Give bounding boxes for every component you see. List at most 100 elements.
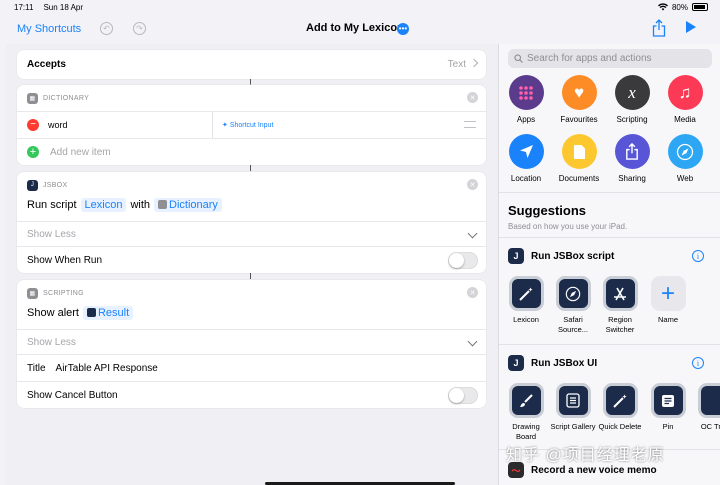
category-favourites[interactable]: ♥ Favourites <box>554 75 604 124</box>
category-label: Documents <box>558 174 600 183</box>
suggestion-name[interactable]: + Name <box>644 276 692 325</box>
jsbox-icon: J <box>27 179 38 191</box>
dictionary-icon <box>158 200 168 209</box>
scripting-header-label: SCRIPTING <box>43 289 84 297</box>
scripting-icon: ▦ <box>27 287 38 299</box>
show-cancel-toggle[interactable] <box>448 387 478 404</box>
jsbox-action-card[interactable]: J JSBOX ✕ Run script Lexicon with Dictio… <box>17 172 486 273</box>
location-arrow-icon <box>508 134 544 169</box>
suggestion-quick-delete[interactable]: Quick Delete <box>596 383 644 432</box>
tile-label: Pin <box>662 422 674 431</box>
undo-icon[interactable]: ↶ <box>100 22 113 35</box>
category-sharing[interactable]: Sharing <box>607 134 657 183</box>
compass-icon <box>667 134 703 169</box>
accepts-row[interactable]: Accepts Text <box>17 50 486 79</box>
section-divider <box>499 237 720 238</box>
redo-icon[interactable]: ↷ <box>133 22 146 35</box>
category-documents[interactable]: Documents <box>554 134 604 183</box>
delete-item-icon[interactable]: − <box>27 119 39 131</box>
dictionary-item-key[interactable]: word <box>48 120 68 130</box>
battery-percent: 80% <box>671 2 688 12</box>
script-name-token[interactable]: Lexicon <box>80 198 127 212</box>
show-cancel-row: Show Cancel Button <box>17 381 486 408</box>
category-scripting[interactable]: x Scripting <box>607 75 657 124</box>
suggestion-region-switcher[interactable]: Region Switcher <box>596 276 644 335</box>
more-options-icon[interactable]: ••• <box>397 23 409 35</box>
jsbox-icon: J <box>508 248 524 264</box>
chevron-down-icon <box>467 336 478 347</box>
suggestion-safari-source[interactable]: Safari Source... <box>549 276 597 335</box>
result-variable-token[interactable]: Result <box>82 306 134 320</box>
add-item-row[interactable]: + Add new item <box>17 138 486 165</box>
info-icon[interactable]: i <box>692 250 704 262</box>
suggestion-pin[interactable]: Pin <box>644 383 692 432</box>
dictionary-header: ▦ DICTIONARY <box>17 85 486 111</box>
share-icon[interactable] <box>652 19 666 37</box>
group-title: Run JSBox UI <box>531 357 598 369</box>
suggestion-group-run-jsbox-ui[interactable]: J Run JSBox UI <box>508 355 597 371</box>
magic-wand-icon <box>602 383 638 418</box>
jsbox-icon: J <box>508 355 524 371</box>
section-divider <box>499 192 720 193</box>
alert-title-row[interactable]: Title AirTable API Response <box>17 354 486 381</box>
share-icon <box>614 134 650 169</box>
show-alert-action-card[interactable]: ▦ SCRIPTING ✕ Show alert Result Show Les… <box>17 280 486 408</box>
nav-bar: My Shortcuts ↶ ↷ Add to My Lexicon ••• <box>0 14 720 44</box>
info-icon[interactable]: i <box>692 357 704 369</box>
tile-label: OC Tran <box>700 422 720 431</box>
category-location[interactable]: Location <box>501 134 551 183</box>
show-less-label: Show Less <box>27 336 76 348</box>
shortcut-input-token[interactable]: ✦ Shortcut Input <box>222 121 273 129</box>
accepts-card[interactable]: Accepts Text <box>17 50 486 79</box>
category-apps[interactable]: Apps <box>501 75 551 124</box>
add-new-item-placeholder[interactable]: Add new item <box>50 147 111 158</box>
my-shortcuts-button[interactable]: My Shortcuts <box>17 23 81 35</box>
scripting-header: ▦ SCRIPTING <box>17 280 486 306</box>
document-icon <box>561 134 597 169</box>
result-token-label: Result <box>97 307 130 319</box>
suggestion-script-gallery[interactable]: Script Gallery <box>549 383 597 432</box>
dictionary-action-card[interactable]: ▦ DICTIONARY ✕ − word ✦ Shortcut Input +… <box>17 85 486 165</box>
suggestion-lexicon[interactable]: Lexicon <box>502 276 550 325</box>
show-when-run-toggle[interactable] <box>448 252 478 269</box>
tile-icon <box>697 383 720 418</box>
search-icon <box>514 54 523 63</box>
category-label: Sharing <box>618 174 646 183</box>
category-web[interactable]: Web <box>660 134 710 183</box>
run-script-label: Run script <box>27 199 77 211</box>
remove-action-icon[interactable]: ✕ <box>467 92 478 103</box>
show-alert-label: Show alert <box>27 307 79 319</box>
heart-icon: ♥ <box>561 75 597 110</box>
dictionary-item-row[interactable]: − word ✦ Shortcut Input <box>17 111 486 138</box>
shortcut-title[interactable]: Add to My Lexicon <box>306 22 404 34</box>
show-cancel-label: Show Cancel Button <box>27 389 118 401</box>
section-divider <box>499 344 720 345</box>
show-less-row[interactable]: Show Less <box>17 221 486 246</box>
plus-icon: + <box>650 276 686 311</box>
show-less-row[interactable]: Show Less <box>17 329 486 354</box>
tile-label: Region Switcher <box>605 315 635 335</box>
battery-icon <box>692 3 708 11</box>
run-shortcut-play-icon[interactable] <box>686 21 696 33</box>
show-when-run-label: Show When Run <box>27 254 103 266</box>
suggestion-oc-tran[interactable]: OC Tran <box>691 383 720 432</box>
run-script-sentence: Run script Lexicon with Dictionary <box>27 198 226 212</box>
tile-label: Script Gallery <box>550 422 596 431</box>
add-item-icon[interactable]: + <box>27 146 39 158</box>
suggestions-subtitle: Based on how you use your iPad. <box>508 222 628 231</box>
accepts-value: Text <box>447 59 466 70</box>
category-media[interactable]: ♫ Media <box>660 75 710 124</box>
alert-title-value[interactable]: AirTable API Response <box>56 363 158 374</box>
remove-action-icon[interactable]: ✕ <box>467 287 478 298</box>
compass-icon <box>555 276 591 311</box>
search-input[interactable] <box>527 53 707 64</box>
dictionary-variable-token[interactable]: Dictionary <box>154 198 222 212</box>
chevron-right-icon <box>469 58 479 68</box>
reorder-handle-icon[interactable] <box>464 121 476 128</box>
suggestion-group-run-jsbox-script[interactable]: J Run JSBox script <box>508 248 614 264</box>
chevron-down-icon <box>467 228 478 239</box>
search-bar[interactable] <box>508 49 712 68</box>
jsbox-header: J JSBOX <box>17 172 486 198</box>
remove-action-icon[interactable]: ✕ <box>467 179 478 190</box>
suggestion-drawing-board[interactable]: Drawing Board <box>502 383 550 442</box>
